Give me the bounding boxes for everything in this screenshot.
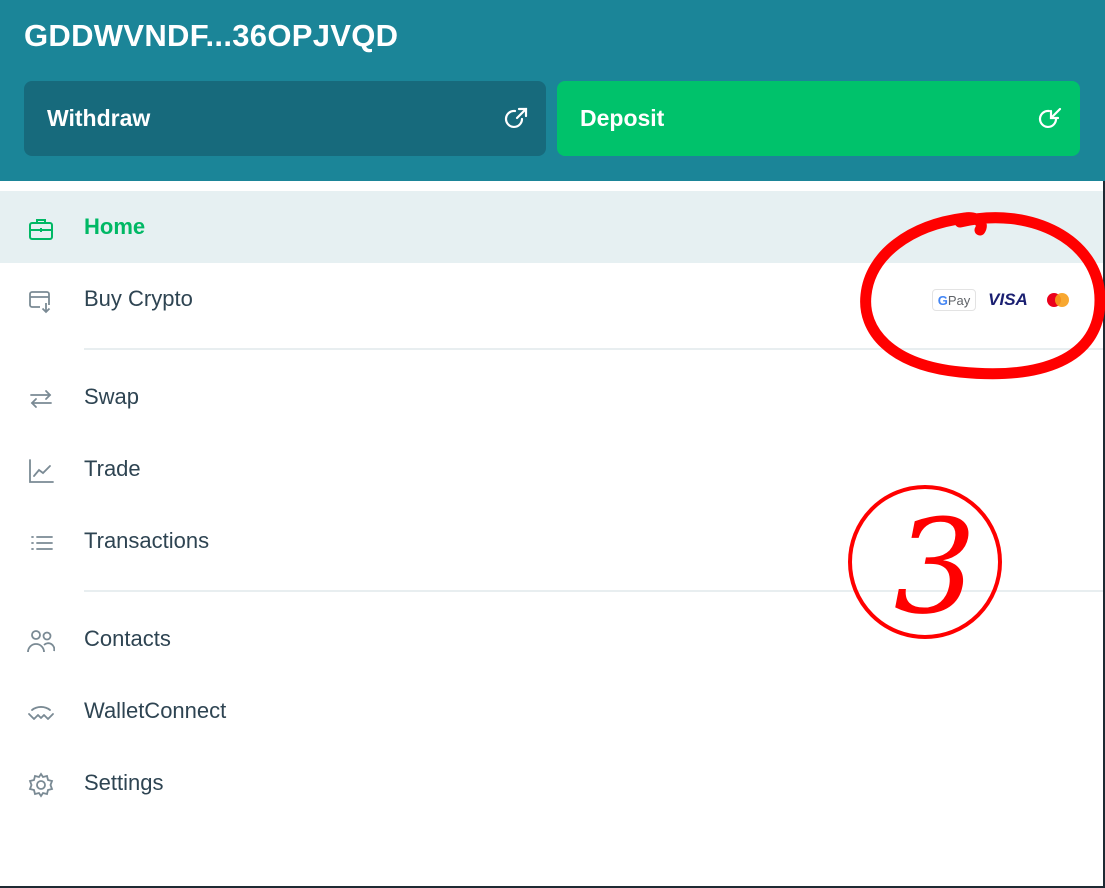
menu-item-contacts[interactable]: Contacts [0, 603, 1105, 675]
menu-item-label: Home [84, 214, 146, 239]
card-download-icon [29, 291, 51, 314]
account-id[interactable]: GDDWVNDF...36OPJVQD [24, 18, 398, 54]
payment-badges: G Pay VISA [932, 289, 1074, 311]
menu-divider [84, 590, 1105, 592]
menu-divider [84, 348, 1105, 350]
gear-icon [28, 772, 54, 798]
list-icon [31, 536, 53, 550]
menu-item-label: WalletConnect [84, 698, 227, 723]
withdraw-label: Withdraw [47, 105, 151, 131]
deposit-button[interactable]: Deposit [557, 81, 1080, 156]
menu-item-settings[interactable]: Settings [0, 747, 1105, 819]
visa-badge: VISA [988, 290, 1028, 309]
menu-item-label: Settings [84, 770, 164, 795]
menu-item-swap[interactable]: Swap [0, 361, 1105, 433]
menu-item-label: Trade [84, 456, 141, 481]
menu-item-label: Swap [84, 384, 140, 409]
menu-item-trade[interactable]: Trade [0, 433, 1105, 505]
deposit-label: Deposit [580, 105, 665, 131]
chart-line-icon [29, 459, 54, 483]
mastercard-icon [1040, 289, 1074, 311]
deposit-arrow-icon [1038, 107, 1062, 128]
menu-item-label: Buy Crypto [84, 286, 193, 311]
menu-item-walletconnect[interactable]: WalletConnect [0, 675, 1105, 747]
menu-item-label: Transactions [84, 528, 210, 553]
menu-item-buy-crypto[interactable]: Buy Crypto G Pay VISA [0, 263, 1105, 335]
briefcase-icon [29, 219, 53, 240]
walletconnect-icon [28, 706, 54, 720]
gpay-badge: G Pay [932, 289, 976, 311]
users-icon [27, 630, 55, 653]
wallet-header: GDDWVNDF...36OPJVQD Withdraw Deposit [0, 0, 1105, 181]
withdraw-arrow-icon [504, 107, 528, 128]
withdraw-button[interactable]: Withdraw [24, 81, 546, 156]
menu-item-label: Contacts [84, 626, 171, 651]
menu-item-home[interactable]: Home [0, 191, 1105, 263]
swap-arrows-icon [30, 390, 52, 408]
menu-item-transactions[interactable]: Transactions [0, 505, 1105, 577]
